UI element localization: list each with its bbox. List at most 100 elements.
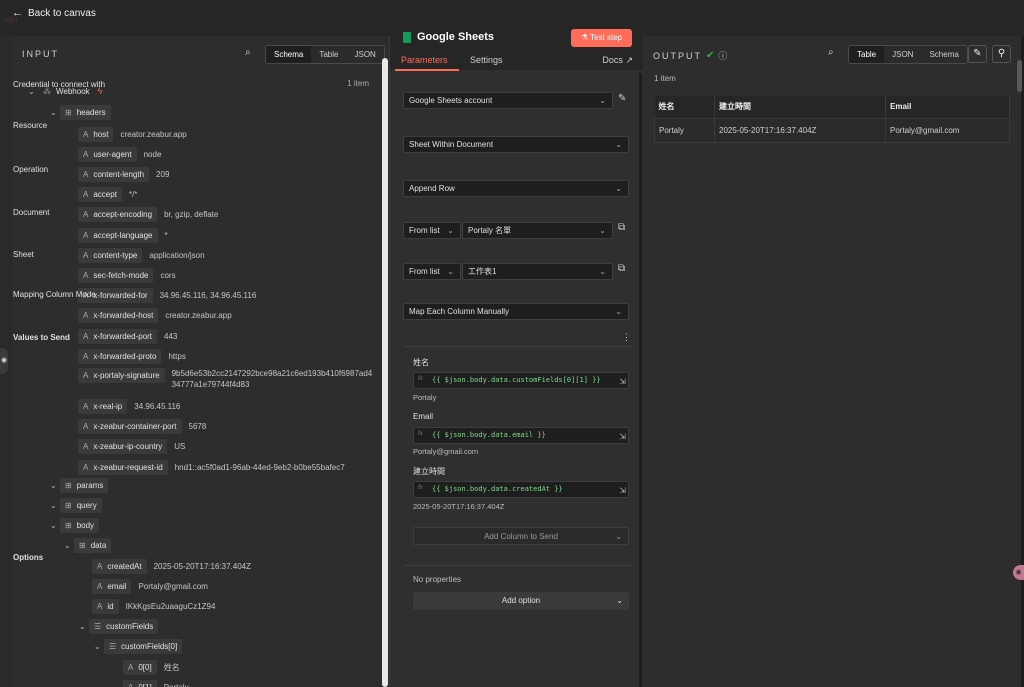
tree-key[interactable]: ☰ customFields[0] bbox=[104, 638, 183, 654]
tree-key[interactable]: ⊞ headers bbox=[60, 104, 111, 120]
value-expression-created[interactable]: fx {{ $json.body.data.createdAt }} ⇲ bbox=[413, 481, 629, 498]
input-search-icon[interactable]: ⌕ bbox=[245, 47, 251, 58]
pin-data-button[interactable]: ⚲ bbox=[992, 45, 1011, 63]
tree-key[interactable]: Ax-zeabur-request-id bbox=[78, 459, 168, 475]
tree-key[interactable]: Ax-forwarded-port bbox=[78, 328, 158, 344]
chevron-down-icon[interactable]: ⌄ bbox=[50, 501, 60, 510]
output-view-json[interactable]: JSON bbox=[884, 46, 922, 63]
output-scrollbar[interactable] bbox=[1017, 60, 1022, 92]
tree-key[interactable]: ⊞ query bbox=[60, 497, 102, 513]
tree-key[interactable]: Aaccept bbox=[78, 187, 122, 203]
tree-key[interactable]: Ax-forwarded-host bbox=[78, 308, 159, 324]
left-drag-handle[interactable]: ◉ bbox=[0, 348, 8, 374]
tree-field[interactable]: Acontent-length 209 bbox=[78, 166, 169, 182]
tree-key[interactable]: Aid bbox=[92, 598, 119, 614]
chevron-down-icon[interactable]: ⌄ bbox=[94, 642, 104, 651]
table-cell[interactable]: Portaly bbox=[654, 117, 715, 143]
tree-key[interactable]: ⊞ data bbox=[74, 537, 112, 553]
tab-parameters[interactable]: Parameters bbox=[401, 55, 448, 65]
tree-customfields0[interactable]: ⌄ ☰ customFields[0] bbox=[94, 638, 183, 654]
add-column-select[interactable]: Add Column to Send ⌄ bbox=[413, 527, 629, 545]
input-view-table[interactable]: Table bbox=[311, 46, 347, 63]
info-icon[interactable]: ⓘ bbox=[718, 49, 727, 62]
output-view-schema[interactable]: Schema bbox=[921, 46, 967, 63]
chevron-down-icon[interactable]: ⌄ bbox=[50, 108, 60, 117]
resource-select[interactable]: Sheet Within Document ⌄ bbox=[403, 136, 629, 153]
tree-field[interactable]: Acontent-type application/json bbox=[78, 247, 205, 263]
tree-key[interactable]: Acontent-length bbox=[78, 166, 150, 182]
back-to-canvas-button[interactable]: ← Back to canvas bbox=[12, 7, 96, 19]
table-cell[interactable]: Portaly@gmail.com bbox=[885, 117, 1010, 143]
operation-select[interactable]: Append Row ⌄ bbox=[403, 180, 629, 197]
document-select[interactable]: Portaly 名單 ⌄ bbox=[462, 222, 613, 239]
tree-key[interactable]: Acontent-type bbox=[78, 247, 143, 263]
tree-key[interactable]: Ax-zeabur-ip-country bbox=[78, 439, 168, 455]
tree-customfields[interactable]: ⌄ ☰ customFields bbox=[79, 618, 159, 634]
tab-settings[interactable]: Settings bbox=[470, 55, 503, 65]
right-drag-handle[interactable]: ◉ bbox=[1013, 565, 1024, 580]
column-header[interactable]: 姓名 bbox=[654, 96, 715, 118]
tree-field[interactable]: A 0[1] Portaly bbox=[123, 679, 189, 687]
tree-key[interactable]: Ax-real-ip bbox=[78, 398, 128, 414]
open-external-icon[interactable]: ⧉ bbox=[618, 222, 625, 233]
pencil-icon[interactable]: ✎ bbox=[618, 93, 626, 104]
tree-params[interactable]: ⌄ ⊞ params bbox=[50, 477, 109, 493]
tree-field[interactable]: Aid IKkKgsEu2uaaguCz1Z94 bbox=[92, 598, 215, 614]
chevron-down-icon[interactable]: ⌄ bbox=[50, 521, 60, 530]
mapping-mode-select[interactable]: Map Each Column Manually ⌄ bbox=[403, 303, 629, 320]
document-mode-select[interactable]: From list ⌄ bbox=[403, 222, 461, 239]
input-scrollbar[interactable] bbox=[382, 58, 388, 687]
tree-key[interactable]: AcreatedAt bbox=[92, 558, 147, 574]
column-header[interactable]: Email bbox=[885, 96, 1010, 118]
tree-key[interactable]: ⊞ body bbox=[60, 517, 100, 533]
tree-field[interactable]: A 0[0] 姓名 bbox=[123, 659, 180, 675]
value-expression-name[interactable]: fx {{ $json.body.data.customFields[0][1]… bbox=[413, 372, 629, 389]
tree-body[interactable]: ⌄ ⊞ body bbox=[50, 517, 100, 533]
tree-field[interactable]: Ax-forwarded-port 443 bbox=[78, 328, 177, 344]
table-cell[interactable]: 2025-05-20T17:16:37.404Z bbox=[714, 117, 886, 143]
open-external-icon[interactable]: ⧉ bbox=[618, 263, 625, 274]
input-view-schema[interactable]: Schema bbox=[266, 46, 312, 63]
tree-query[interactable]: ⌄ ⊞ query bbox=[50, 497, 102, 513]
tree-field[interactable]: Asec-fetch-mode cors bbox=[78, 267, 176, 283]
column-header[interactable]: 建立時間 bbox=[714, 96, 886, 118]
resize-icon[interactable]: ⇲ bbox=[619, 432, 626, 441]
credential-select[interactable]: Google Sheets account ⌄ bbox=[403, 92, 613, 109]
tree-key[interactable]: Ax-portaly-signature bbox=[78, 368, 165, 384]
tree-data[interactable]: ⌄ ⊞ data bbox=[64, 537, 112, 553]
tree-field[interactable]: Aaccept-language * bbox=[78, 227, 168, 243]
tree-key[interactable]: A 0[0] bbox=[123, 659, 157, 675]
tree-field[interactable]: Ahost creator.zeabur.app bbox=[78, 126, 187, 142]
value-expression-email[interactable]: fx {{ $json.body.data.email }} ⇲ bbox=[413, 427, 629, 444]
edit-output-button[interactable]: ✎ bbox=[968, 45, 987, 63]
resize-icon[interactable]: ⇲ bbox=[619, 486, 626, 495]
node-scrollbar[interactable] bbox=[639, 73, 642, 687]
tree-key[interactable]: ⊞ params bbox=[60, 477, 109, 493]
tree-field[interactable]: Ax-real-ip 34.96.45.116 bbox=[78, 398, 180, 414]
tree-field[interactable]: Ax-zeabur-request-id hnd1::ac5f0ad1-96ab-… bbox=[78, 459, 345, 475]
chevron-down-icon[interactable]: ⌄ bbox=[50, 481, 60, 490]
tree-key[interactable]: Asec-fetch-mode bbox=[78, 267, 154, 283]
chevron-down-icon[interactable]: ⌄ bbox=[64, 541, 74, 550]
tree-field[interactable]: Ax-portaly-signature 9b5d6e53b2cc2147292b… bbox=[78, 368, 372, 389]
tree-key[interactable]: Aaccept-language bbox=[78, 227, 158, 243]
tree-field[interactable]: Aemail Portaly@gmail.com bbox=[92, 578, 208, 594]
tree-headers[interactable]: ⌄ ⊞ headers bbox=[50, 104, 111, 120]
tree-key[interactable]: Ahost bbox=[78, 126, 114, 142]
tree-field[interactable]: Aaccept */* bbox=[78, 187, 137, 203]
tree-field[interactable]: Ax-zeabur-container-port 5678 bbox=[78, 419, 206, 435]
tree-field[interactable]: Ax-forwarded-for 34.96.45.116, 34.96.45.1… bbox=[78, 288, 256, 304]
output-search-icon[interactable]: ⌕ bbox=[828, 47, 834, 58]
tree-key[interactable]: Ax-zeabur-container-port bbox=[78, 419, 182, 435]
tree-field[interactable]: Auser-agent node bbox=[78, 146, 161, 162]
sheet-mode-select[interactable]: From list ⌄ bbox=[403, 263, 461, 280]
tree-field[interactable]: Ax-forwarded-host creator.zeabur.app bbox=[78, 308, 232, 324]
tree-key[interactable]: ☰ customFields bbox=[89, 618, 159, 634]
tree-field[interactable]: Aaccept-encoding br, gzip, deflate bbox=[78, 207, 218, 223]
tree-field[interactable]: AcreatedAt 2025-05-20T17:16:37.404Z bbox=[92, 558, 251, 574]
sheet-select[interactable]: 工作表1 ⌄ bbox=[462, 263, 613, 280]
tree-key[interactable]: Auser-agent bbox=[78, 146, 137, 162]
more-options-icon[interactable]: ⋮ bbox=[622, 332, 631, 343]
tree-field[interactable]: Ax-zeabur-ip-country US bbox=[78, 439, 185, 455]
chevron-down-icon[interactable]: ⌄ bbox=[79, 622, 89, 631]
